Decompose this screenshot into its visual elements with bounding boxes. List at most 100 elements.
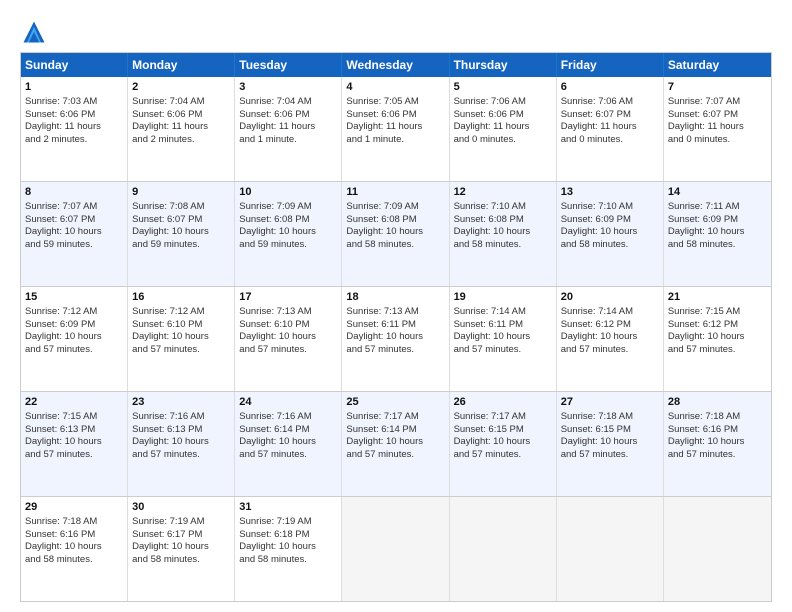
day-number: 27 (561, 395, 659, 410)
calendar-cell: 16Sunrise: 7:12 AM Sunset: 6:10 PM Dayli… (128, 287, 235, 391)
day-number: 11 (346, 185, 444, 200)
day-info: Sunrise: 7:18 AM Sunset: 6:16 PM Dayligh… (668, 411, 745, 460)
day-info: Sunrise: 7:07 AM Sunset: 6:07 PM Dayligh… (668, 96, 744, 145)
header-day-sunday: Sunday (21, 53, 128, 77)
day-number: 20 (561, 290, 659, 305)
calendar-row-5: 29Sunrise: 7:18 AM Sunset: 6:16 PM Dayli… (21, 496, 771, 601)
day-number: 1 (25, 80, 123, 95)
calendar-cell: 18Sunrise: 7:13 AM Sunset: 6:11 PM Dayli… (342, 287, 449, 391)
header-day-monday: Monday (128, 53, 235, 77)
calendar-cell: 15Sunrise: 7:12 AM Sunset: 6:09 PM Dayli… (21, 287, 128, 391)
day-number: 10 (239, 185, 337, 200)
calendar-cell: 30Sunrise: 7:19 AM Sunset: 6:17 PM Dayli… (128, 497, 235, 601)
calendar-row-3: 15Sunrise: 7:12 AM Sunset: 6:09 PM Dayli… (21, 286, 771, 391)
day-number: 28 (668, 395, 767, 410)
day-number: 25 (346, 395, 444, 410)
calendar-cell: 19Sunrise: 7:14 AM Sunset: 6:11 PM Dayli… (450, 287, 557, 391)
day-number: 4 (346, 80, 444, 95)
calendar-cell: 6Sunrise: 7:06 AM Sunset: 6:07 PM Daylig… (557, 77, 664, 181)
logo-icon (20, 18, 48, 46)
day-info: Sunrise: 7:03 AM Sunset: 6:06 PM Dayligh… (25, 96, 101, 145)
day-number: 15 (25, 290, 123, 305)
day-info: Sunrise: 7:04 AM Sunset: 6:06 PM Dayligh… (132, 96, 208, 145)
calendar-cell (664, 497, 771, 601)
calendar-cell: 10Sunrise: 7:09 AM Sunset: 6:08 PM Dayli… (235, 182, 342, 286)
calendar-row-4: 22Sunrise: 7:15 AM Sunset: 6:13 PM Dayli… (21, 391, 771, 496)
day-number: 30 (132, 500, 230, 515)
calendar-cell: 25Sunrise: 7:17 AM Sunset: 6:14 PM Dayli… (342, 392, 449, 496)
header-day-friday: Friday (557, 53, 664, 77)
calendar-cell (450, 497, 557, 601)
calendar-cell: 27Sunrise: 7:18 AM Sunset: 6:15 PM Dayli… (557, 392, 664, 496)
day-info: Sunrise: 7:09 AM Sunset: 6:08 PM Dayligh… (239, 201, 316, 250)
day-info: Sunrise: 7:15 AM Sunset: 6:13 PM Dayligh… (25, 411, 102, 460)
day-number: 3 (239, 80, 337, 95)
header-day-saturday: Saturday (664, 53, 771, 77)
header (20, 18, 772, 46)
calendar-row-1: 1Sunrise: 7:03 AM Sunset: 6:06 PM Daylig… (21, 77, 771, 181)
day-info: Sunrise: 7:12 AM Sunset: 6:10 PM Dayligh… (132, 306, 209, 355)
calendar-cell: 31Sunrise: 7:19 AM Sunset: 6:18 PM Dayli… (235, 497, 342, 601)
day-number: 2 (132, 80, 230, 95)
day-info: Sunrise: 7:06 AM Sunset: 6:06 PM Dayligh… (454, 96, 530, 145)
calendar-cell: 24Sunrise: 7:16 AM Sunset: 6:14 PM Dayli… (235, 392, 342, 496)
day-info: Sunrise: 7:10 AM Sunset: 6:09 PM Dayligh… (561, 201, 638, 250)
day-number: 7 (668, 80, 767, 95)
day-info: Sunrise: 7:12 AM Sunset: 6:09 PM Dayligh… (25, 306, 102, 355)
calendar-cell: 3Sunrise: 7:04 AM Sunset: 6:06 PM Daylig… (235, 77, 342, 181)
calendar-body: 1Sunrise: 7:03 AM Sunset: 6:06 PM Daylig… (21, 77, 771, 601)
day-number: 9 (132, 185, 230, 200)
day-info: Sunrise: 7:14 AM Sunset: 6:12 PM Dayligh… (561, 306, 638, 355)
day-info: Sunrise: 7:09 AM Sunset: 6:08 PM Dayligh… (346, 201, 423, 250)
calendar-cell: 28Sunrise: 7:18 AM Sunset: 6:16 PM Dayli… (664, 392, 771, 496)
day-info: Sunrise: 7:16 AM Sunset: 6:14 PM Dayligh… (239, 411, 316, 460)
day-number: 31 (239, 500, 337, 515)
day-number: 13 (561, 185, 659, 200)
day-info: Sunrise: 7:17 AM Sunset: 6:15 PM Dayligh… (454, 411, 531, 460)
calendar-cell: 9Sunrise: 7:08 AM Sunset: 6:07 PM Daylig… (128, 182, 235, 286)
day-info: Sunrise: 7:17 AM Sunset: 6:14 PM Dayligh… (346, 411, 423, 460)
calendar-cell (557, 497, 664, 601)
calendar-cell: 12Sunrise: 7:10 AM Sunset: 6:08 PM Dayli… (450, 182, 557, 286)
day-info: Sunrise: 7:18 AM Sunset: 6:15 PM Dayligh… (561, 411, 638, 460)
day-info: Sunrise: 7:10 AM Sunset: 6:08 PM Dayligh… (454, 201, 531, 250)
logo (20, 18, 52, 46)
day-number: 21 (668, 290, 767, 305)
calendar-cell: 17Sunrise: 7:13 AM Sunset: 6:10 PM Dayli… (235, 287, 342, 391)
day-number: 17 (239, 290, 337, 305)
day-info: Sunrise: 7:15 AM Sunset: 6:12 PM Dayligh… (668, 306, 745, 355)
day-info: Sunrise: 7:07 AM Sunset: 6:07 PM Dayligh… (25, 201, 102, 250)
day-info: Sunrise: 7:13 AM Sunset: 6:10 PM Dayligh… (239, 306, 316, 355)
day-info: Sunrise: 7:04 AM Sunset: 6:06 PM Dayligh… (239, 96, 315, 145)
day-info: Sunrise: 7:11 AM Sunset: 6:09 PM Dayligh… (668, 201, 745, 250)
calendar-cell: 21Sunrise: 7:15 AM Sunset: 6:12 PM Dayli… (664, 287, 771, 391)
day-info: Sunrise: 7:08 AM Sunset: 6:07 PM Dayligh… (132, 201, 209, 250)
day-number: 19 (454, 290, 552, 305)
day-number: 23 (132, 395, 230, 410)
header-day-wednesday: Wednesday (342, 53, 449, 77)
calendar-cell: 13Sunrise: 7:10 AM Sunset: 6:09 PM Dayli… (557, 182, 664, 286)
day-info: Sunrise: 7:06 AM Sunset: 6:07 PM Dayligh… (561, 96, 637, 145)
calendar-cell: 4Sunrise: 7:05 AM Sunset: 6:06 PM Daylig… (342, 77, 449, 181)
header-day-tuesday: Tuesday (235, 53, 342, 77)
day-info: Sunrise: 7:19 AM Sunset: 6:17 PM Dayligh… (132, 516, 209, 565)
day-number: 29 (25, 500, 123, 515)
calendar-header: SundayMondayTuesdayWednesdayThursdayFrid… (21, 53, 771, 77)
day-info: Sunrise: 7:18 AM Sunset: 6:16 PM Dayligh… (25, 516, 102, 565)
day-number: 26 (454, 395, 552, 410)
day-info: Sunrise: 7:14 AM Sunset: 6:11 PM Dayligh… (454, 306, 531, 355)
calendar-row-2: 8Sunrise: 7:07 AM Sunset: 6:07 PM Daylig… (21, 181, 771, 286)
calendar-cell: 5Sunrise: 7:06 AM Sunset: 6:06 PM Daylig… (450, 77, 557, 181)
calendar: SundayMondayTuesdayWednesdayThursdayFrid… (20, 52, 772, 602)
calendar-cell: 11Sunrise: 7:09 AM Sunset: 6:08 PM Dayli… (342, 182, 449, 286)
header-day-thursday: Thursday (450, 53, 557, 77)
calendar-cell: 8Sunrise: 7:07 AM Sunset: 6:07 PM Daylig… (21, 182, 128, 286)
calendar-cell (342, 497, 449, 601)
day-info: Sunrise: 7:05 AM Sunset: 6:06 PM Dayligh… (346, 96, 422, 145)
page: SundayMondayTuesdayWednesdayThursdayFrid… (0, 0, 792, 612)
day-number: 16 (132, 290, 230, 305)
calendar-cell: 2Sunrise: 7:04 AM Sunset: 6:06 PM Daylig… (128, 77, 235, 181)
day-info: Sunrise: 7:16 AM Sunset: 6:13 PM Dayligh… (132, 411, 209, 460)
day-number: 14 (668, 185, 767, 200)
calendar-cell: 20Sunrise: 7:14 AM Sunset: 6:12 PM Dayli… (557, 287, 664, 391)
